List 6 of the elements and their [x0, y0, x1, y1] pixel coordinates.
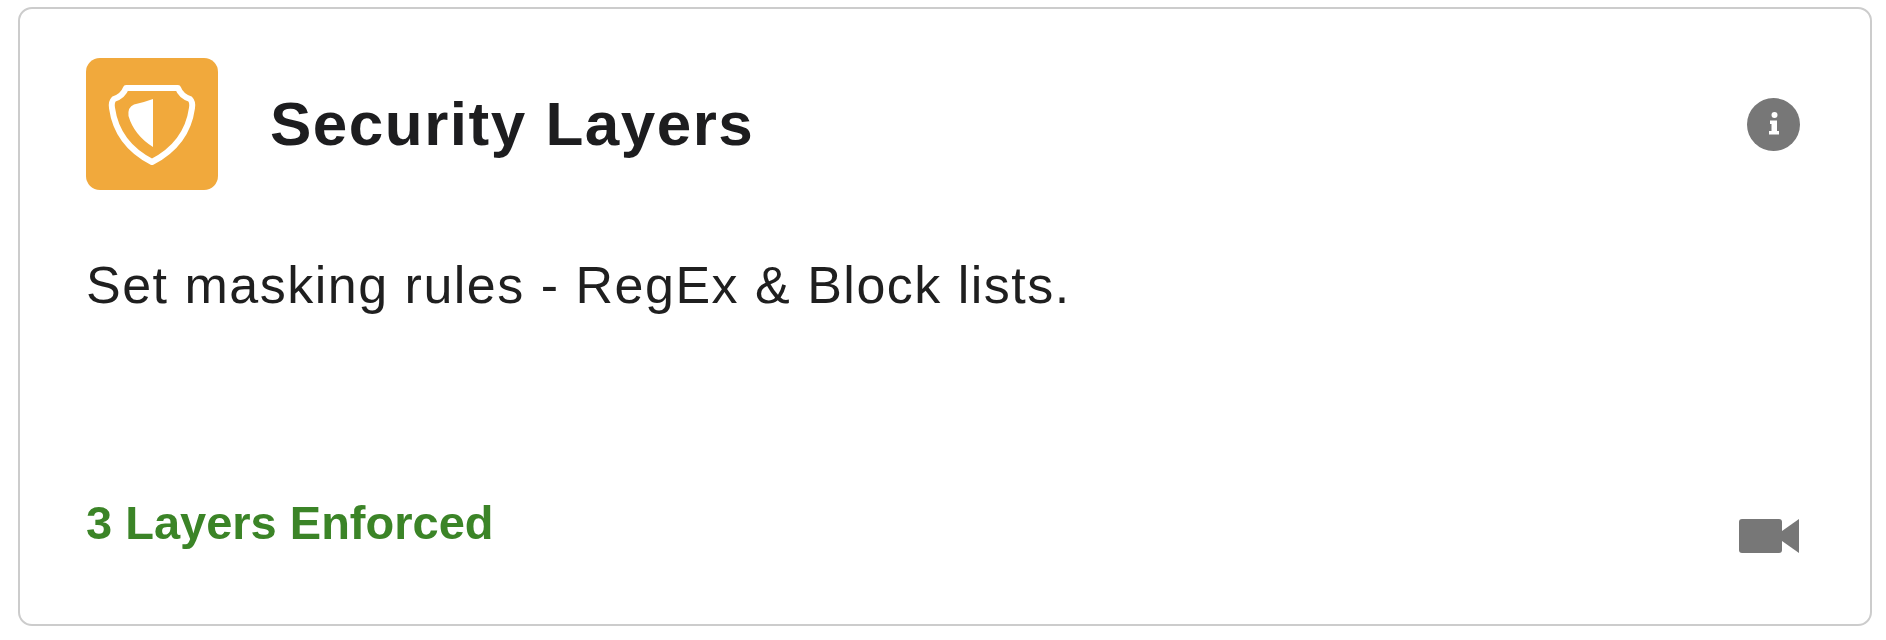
card-title: Security Layers [270, 87, 755, 160]
shield-icon [86, 58, 218, 190]
video-camera-icon[interactable] [1739, 519, 1799, 553]
info-icon[interactable] [1747, 97, 1800, 151]
status-text: 3 Layers Enforced [86, 494, 494, 551]
card-description: Set masking rules - RegEx & Block lists. [86, 255, 1071, 316]
